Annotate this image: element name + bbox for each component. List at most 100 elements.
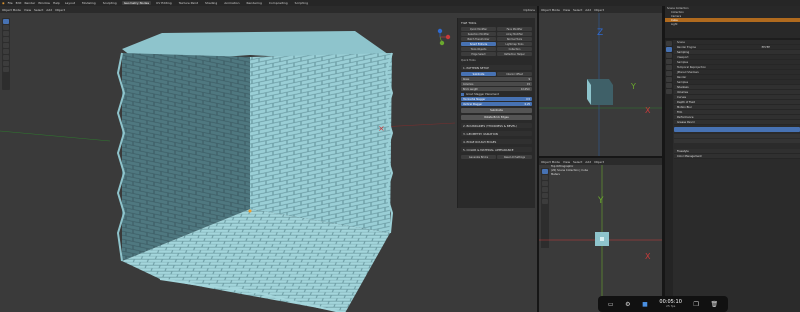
workspace-tab-modeling[interactable]: Modeling [80, 1, 98, 5]
color-management-section[interactable]: Color Management [674, 154, 800, 159]
svg-text:Z: Z [597, 28, 603, 38]
section-pattern-setup[interactable]: 1. PATTERN SETUP [461, 65, 532, 70]
list-item[interactable] [674, 139, 800, 143]
batch-transformer-button[interactable]: Batch Transformer [461, 37, 496, 41]
camera-icon[interactable]: ■ [642, 301, 648, 308]
grease-pencil-section[interactable]: Grease Pencil [674, 120, 800, 125]
select-box-icon[interactable] [3, 19, 9, 24]
smart-extrude-button[interactable]: Smart Extrude [461, 42, 496, 46]
object-menu[interactable]: Object [594, 160, 604, 164]
brick-length-field[interactable]: Brick Length 0.125m [461, 87, 532, 91]
scale-icon[interactable] [3, 43, 9, 48]
scene-tab-icon[interactable] [666, 65, 672, 70]
workspace-tab-rendering[interactable]: Rendering [245, 1, 264, 5]
select-menu[interactable]: Select [573, 8, 582, 12]
quick-modifier-button[interactable]: Quick Modifier [461, 27, 496, 31]
outliner-item-light[interactable]: Light [665, 22, 800, 26]
checkbox-icon[interactable] [461, 93, 464, 96]
trash-icon[interactable]: 🗑 [711, 301, 719, 308]
section-boundaries[interactable]: 2. BOUNDARIES (THICKNESS & BEVEL) [461, 123, 532, 128]
view-layer-tab-icon[interactable] [666, 59, 672, 64]
add-cube-icon[interactable] [3, 67, 9, 72]
workspace-tab-texture-paint[interactable]: Texture Paint [177, 1, 200, 5]
workspace-tab-sculpting[interactable]: Sculpting [101, 1, 119, 5]
mode-selector[interactable]: Object Mode [2, 8, 21, 12]
workspace-tab-scripting[interactable]: Scripting [293, 1, 310, 5]
menu-edit[interactable]: Edit [16, 1, 22, 5]
section-edge-rough[interactable]: 4. EDGE ROUGH EDGES [461, 139, 532, 144]
workspace-tab-uv-editing[interactable]: UV Editing [154, 1, 174, 5]
select-menu[interactable]: Select [573, 160, 582, 164]
view-menu[interactable]: View [24, 8, 31, 12]
object-menu[interactable]: Object [55, 8, 65, 12]
transform-icon[interactable] [3, 49, 9, 54]
settings-icon[interactable]: ⚙ [625, 301, 630, 308]
menu-help[interactable]: Help [53, 1, 60, 5]
selection-modifier-button[interactable]: Selection Modifier [461, 32, 496, 36]
monitor-icon[interactable]: ▭ [608, 301, 614, 308]
navigation-gizmo[interactable] [437, 28, 451, 46]
menu-file[interactable]: File [8, 1, 13, 5]
workspace-tab-compositing[interactable]: Compositing [267, 1, 290, 5]
section-geometry-variation[interactable]: 3. GEOMETRY VARIATION [461, 131, 532, 136]
output-tab-icon[interactable] [666, 53, 672, 58]
outliner-panel: Scene Collection Collection Camera Cube … [665, 6, 800, 38]
world-tab-icon[interactable] [666, 71, 672, 76]
list-item[interactable] [674, 134, 800, 138]
copy-icon[interactable]: ❐ [694, 301, 699, 308]
modifier-tab-icon[interactable] [666, 83, 672, 88]
workspace-tab-layout[interactable]: Layout [63, 1, 77, 5]
collection-button[interactable]: Collection [497, 47, 532, 51]
view-menu[interactable]: View [563, 160, 570, 164]
select-menu[interactable]: Select [34, 8, 43, 12]
side-viewport[interactable]: Object Mode View Select Add Object Z Y X [539, 6, 662, 156]
move-icon[interactable] [3, 31, 9, 36]
cursor-icon[interactable] [3, 25, 9, 30]
measure-icon[interactable] [3, 61, 9, 66]
edge-select-button[interactable]: Edge Select [461, 52, 496, 56]
tab-subdivide[interactable]: Subdivide [461, 72, 496, 76]
tab-interior-offset[interactable]: Interior Offset [497, 72, 532, 76]
add-menu[interactable]: Add [585, 160, 591, 164]
reflection-helper-button[interactable]: Reflection Helper [497, 52, 532, 56]
generate-bricks-button[interactable]: Generate Bricks [461, 155, 496, 159]
menu-window[interactable]: Window [38, 1, 50, 5]
mode-selector[interactable]: Object Mode [541, 160, 560, 164]
normal-tools-button[interactable]: Normal Tools [497, 37, 532, 41]
annotate-icon[interactable] [3, 55, 9, 60]
columns-field[interactable]: Columns 15 [461, 82, 532, 86]
rotate-brick-edges-button[interactable]: Rotate Brick Edges [461, 115, 532, 120]
rows-field[interactable]: Rows 9 [461, 77, 532, 81]
render-tab-icon[interactable] [666, 47, 672, 52]
options-button[interactable]: Options [523, 8, 535, 12]
svg-text:Y: Y [597, 196, 604, 206]
mode-selector[interactable]: Object Mode [541, 8, 560, 12]
material-tab-icon[interactable] [666, 89, 672, 94]
tool-tab-icon[interactable] [666, 41, 672, 46]
properties-panel: Scene Render Engine EEVEE Sampling Viewpo… [665, 40, 800, 312]
workspace-tab-animation[interactable]: Animation [222, 1, 241, 5]
horizontal-stagger-field[interactable]: Horizontal Stagger 0.5 [461, 97, 532, 101]
menu-render[interactable]: Render [24, 1, 35, 5]
vertical-stagger-field[interactable]: Vertical Stagger 0.25 [461, 102, 532, 106]
add-menu[interactable]: Add [585, 8, 591, 12]
object-tab-icon[interactable] [666, 77, 672, 82]
tool-button-grid: Quick Modifier Face Modifier Selection M… [461, 27, 532, 56]
object-menu[interactable]: Object [594, 8, 604, 12]
subdivide-button[interactable]: Subdivide [461, 108, 532, 113]
tools-objects-button[interactable]: Tools Objects [461, 47, 496, 51]
add-menu[interactable]: Add [46, 8, 52, 12]
face-modifier-button[interactable]: Face Modifier [497, 27, 532, 31]
blender-logo-icon[interactable]: ◉ [2, 1, 5, 5]
side-view-scene: Z Y X [539, 13, 662, 156]
array-modifier-button[interactable]: Array Modifier [497, 32, 532, 36]
rotate-icon[interactable] [3, 37, 9, 42]
section-color-material[interactable]: 5. COLOR & MATERIAL APPEARANCE [461, 147, 532, 152]
view-menu[interactable]: View [563, 8, 570, 12]
workspace-tab-shading[interactable]: Shading [203, 1, 219, 5]
active-list-item[interactable] [674, 127, 800, 132]
workspace-tab-geometry-nodes[interactable]: Geometry Nodes [121, 1, 152, 5]
lightmap-tools-button[interactable]: Lightmap Tools [497, 42, 532, 46]
reset-settings-button[interactable]: Reset All Settings [497, 155, 532, 159]
grout-stagger-checkbox[interactable]: Grout Stagger Placement [461, 93, 532, 96]
